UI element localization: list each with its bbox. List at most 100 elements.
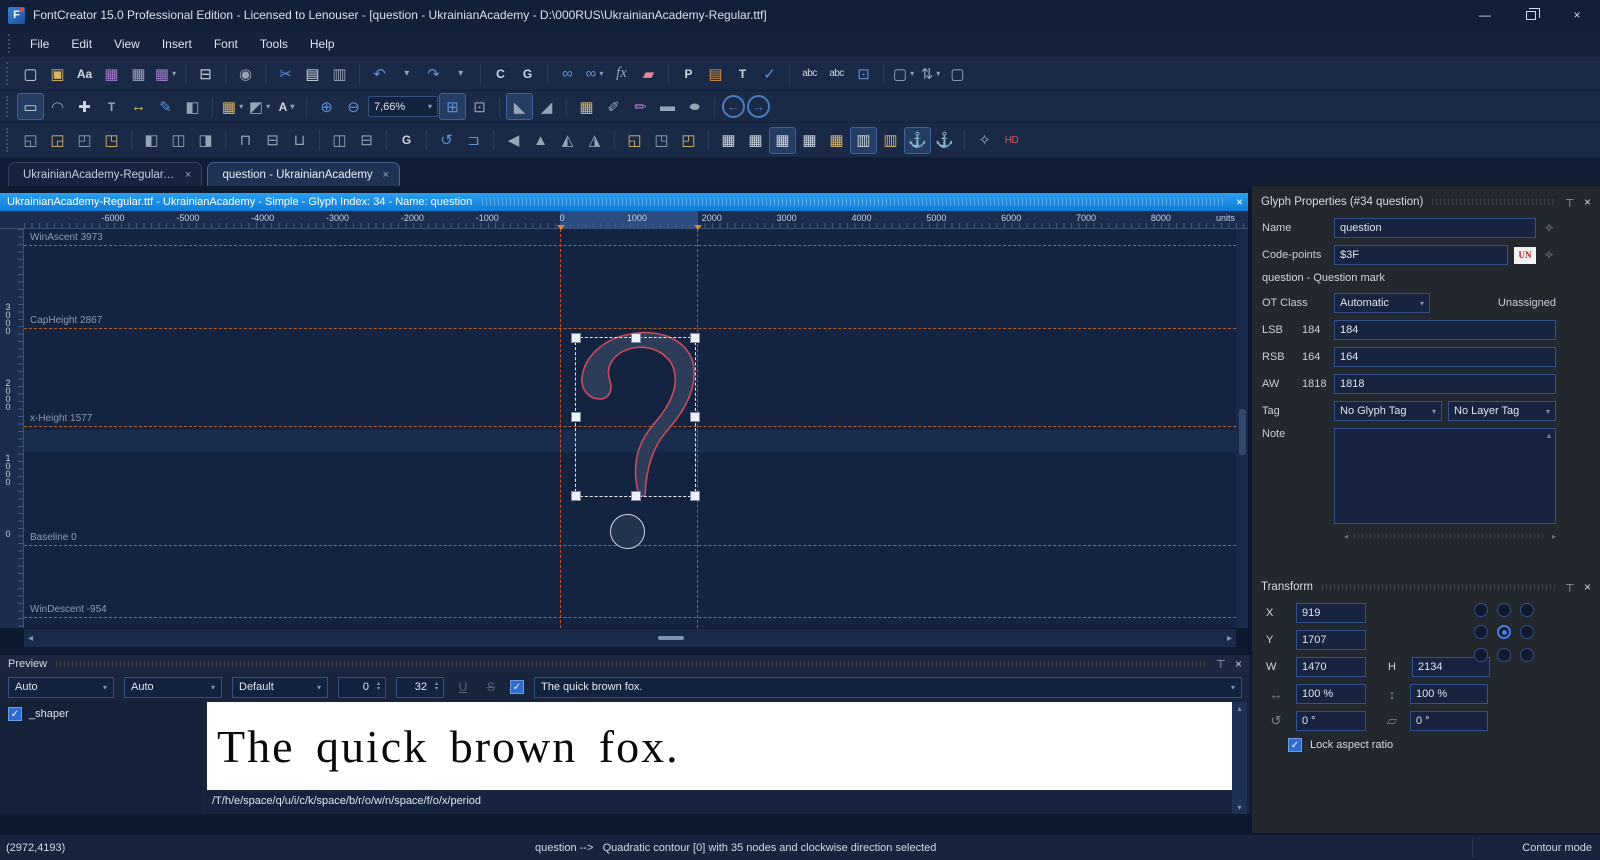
selection-box[interactable]	[571, 333, 700, 501]
bring-forward-button[interactable]: ◱	[18, 128, 43, 153]
union-button[interactable]: ◱	[622, 128, 647, 153]
autoname-wand-icon[interactable]: ✧	[1542, 221, 1556, 235]
align-top-button[interactable]: ⊓	[233, 128, 258, 153]
scroll-right-icon[interactable]: ▸	[1227, 633, 1232, 644]
back-button[interactable]: ←	[722, 95, 745, 118]
otclass-dropdown[interactable]: Automatic	[1334, 293, 1430, 313]
preview-features-dropdown[interactable]: Default	[232, 676, 328, 698]
pencil-tool-button[interactable]: ✏	[628, 94, 653, 119]
select-tool-button[interactable]: ▭	[17, 93, 44, 120]
menu-file[interactable]: File	[19, 30, 60, 57]
show-metrics-button[interactable]: ▦	[769, 126, 796, 154]
autocodepoint-wand-icon[interactable]: ✧	[1542, 248, 1556, 262]
shaper-checkbox[interactable]: ✓	[8, 707, 22, 721]
question-dot-contour[interactable]	[610, 514, 645, 549]
lock-guidelines-button[interactable]: ▥	[878, 128, 903, 153]
tab-close-icon[interactable]: ×	[383, 169, 389, 181]
center-glyph-button[interactable]: G	[394, 128, 419, 153]
selection-handle[interactable]	[690, 491, 700, 501]
function-button[interactable]: fx	[609, 61, 634, 86]
bring-front-button[interactable]: ◰	[72, 128, 97, 153]
show-guidelines-button[interactable]: ▥	[850, 126, 877, 154]
y-input[interactable]: 1707	[1296, 630, 1366, 650]
nodes-mode-button[interactable]: ✧	[972, 128, 997, 153]
align-bottom-button[interactable]: ⊔	[287, 128, 312, 153]
horizontal-ruler[interactable]: -6000 -5000 -4000 -3000 -2000 -1000 0 1000 2000 3…	[24, 211, 1250, 229]
tab-glyph-question[interactable]: question - UkrainianAcademy ×	[207, 162, 401, 186]
metric-guide-line[interactable]: WinAscent 3973	[24, 232, 1236, 246]
fill-mode-button[interactable]: ◩	[247, 94, 272, 119]
strikeout-toggle[interactable]: S	[482, 680, 500, 694]
metrics-edit-button[interactable]: ▤	[703, 61, 728, 86]
origin-radio[interactable]	[1520, 603, 1534, 617]
selection-handle[interactable]	[571, 491, 581, 501]
text-tool-button[interactable]: T	[99, 94, 124, 119]
letter-spacing-spinner[interactable]: 0 ▴ ▾	[338, 676, 386, 698]
font-size-spinner[interactable]: 32 ▴ ▾	[396, 676, 444, 698]
save-button[interactable]: ▦	[99, 61, 124, 86]
origin-radio[interactable]	[1497, 603, 1511, 617]
preview-script-dropdown[interactable]: Auto	[124, 676, 222, 698]
zoom-in-button[interactable]: ⊕	[314, 94, 339, 119]
tab-font-overview[interactable]: UkrainianAcademy-Regular.ttf ×	[8, 162, 203, 186]
copy-button[interactable]: ▤	[300, 61, 325, 86]
zoom-level-combo[interactable]: 7,66%	[368, 96, 438, 117]
new-font-button[interactable]: ▢	[18, 61, 43, 86]
scroll-left-icon[interactable]: ◂	[28, 633, 33, 644]
find-button[interactable]: ◉	[233, 61, 258, 86]
scroll-down-icon[interactable]: ▾	[1237, 803, 1241, 812]
origin-radio[interactable]	[1474, 603, 1488, 617]
selection-handle[interactable]	[571, 333, 581, 343]
menu-font[interactable]: Font	[203, 30, 249, 57]
send-backward-button[interactable]: ◲	[45, 128, 70, 153]
preview-text-input[interactable]: The quick brown fox.	[534, 676, 1242, 698]
web-autoname-button[interactable]: abc	[824, 61, 849, 86]
codepoints-input[interactable]: $3F	[1334, 245, 1508, 265]
scroll-right-icon[interactable]: ▸	[1552, 532, 1556, 541]
send-back-button[interactable]: ◳	[99, 128, 124, 153]
scrollbar-thumb[interactable]	[658, 636, 684, 640]
sort-button[interactable]: ⇅	[918, 61, 943, 86]
rotate-dialog-button[interactable]: ↺	[434, 128, 459, 153]
align-middle-button[interactable]: ⊟	[260, 128, 285, 153]
brush-tool-button[interactable]: ✐	[601, 94, 626, 119]
ellipse-tool-button[interactable]: ●	[676, 94, 714, 119]
point-contour-tool-button[interactable]: ◢	[534, 94, 559, 119]
insert-image-button[interactable]: ▦	[574, 94, 599, 119]
origin-radio[interactable]	[1520, 625, 1534, 640]
zoom-fit-button[interactable]: ⊞	[439, 93, 466, 120]
origin-radio-selected[interactable]	[1497, 625, 1511, 640]
save-as-button[interactable]: ▦	[153, 61, 178, 86]
menu-insert[interactable]: Insert	[151, 30, 203, 57]
cut-button[interactable]: ✂	[273, 61, 298, 86]
save-all-button[interactable]: ▦	[126, 61, 151, 86]
forward-button[interactable]: →	[747, 95, 770, 118]
lock-metrics-button[interactable]: ▦	[824, 128, 849, 153]
lock-aspect-checkbox[interactable]: ✓	[1288, 738, 1302, 752]
undo-menu-button[interactable]: ▾	[394, 61, 419, 86]
glyph-window-close-icon[interactable]: ×	[1236, 195, 1243, 209]
width-input[interactable]: 1470	[1296, 657, 1366, 677]
rotate-cw-button[interactable]: ◮	[582, 128, 607, 153]
new-page-button[interactable]: ▢	[891, 61, 916, 86]
zoom-selection-button[interactable]: ⊡	[467, 94, 492, 119]
redo-menu-button[interactable]: ▾	[448, 61, 473, 86]
scale-width-input[interactable]: 100 %	[1296, 684, 1366, 704]
align-center-button[interactable]: ◫	[166, 128, 191, 153]
selection-handle[interactable]	[571, 412, 581, 422]
preview-render-area[interactable]: The quick brown fox.	[207, 702, 1232, 790]
scroll-up-icon[interactable]: ▴	[1237, 704, 1241, 713]
glyph-program-button[interactable]: P	[676, 61, 701, 86]
pin-icon[interactable]: ⊥	[1216, 657, 1226, 670]
validate-button[interactable]: ✓	[757, 61, 782, 86]
center-vertical-button[interactable]: ⊟	[354, 128, 379, 153]
knife-tool-button[interactable]: ✎	[153, 94, 178, 119]
sidebearing-guide-line[interactable]	[557, 225, 565, 628]
undo-button[interactable]: ↶	[367, 61, 392, 86]
metrics-mode-button[interactable]: HD	[999, 128, 1024, 153]
snap-metrics-button[interactable]: ▦	[797, 128, 822, 153]
align-left-button[interactable]: ◧	[139, 128, 164, 153]
contour-tool-button[interactable]: ◣	[506, 93, 533, 120]
menu-edit[interactable]: Edit	[60, 30, 103, 57]
flip-horizontal-button[interactable]: ◀	[501, 128, 526, 153]
